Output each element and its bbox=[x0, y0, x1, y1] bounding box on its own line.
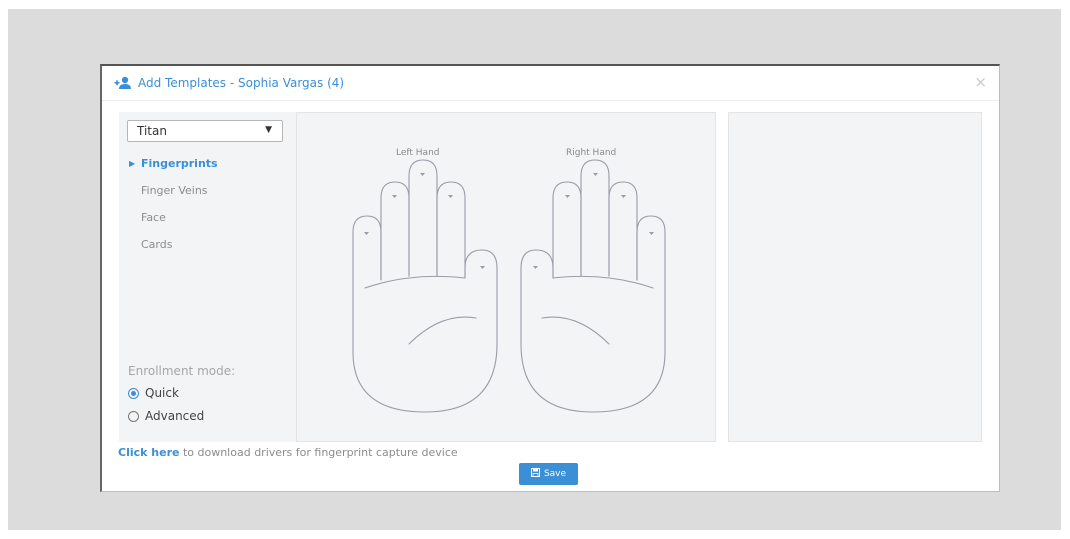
save-button-label: Save bbox=[543, 469, 567, 479]
nav-item-label: Face bbox=[141, 211, 166, 224]
nav-item-face[interactable]: Face bbox=[119, 206, 296, 233]
right-finger-markers bbox=[533, 173, 654, 269]
driver-note-text: to download drivers for fingerprint capt… bbox=[179, 446, 458, 459]
left-finger-markers bbox=[364, 173, 485, 269]
radio-selected-icon bbox=[128, 388, 139, 399]
download-drivers-link[interactable]: Click here bbox=[118, 446, 179, 459]
nav-item-label: Cards bbox=[141, 238, 173, 251]
add-user-icon bbox=[114, 76, 131, 89]
radio-label: Quick bbox=[145, 386, 179, 400]
chevron-down-icon: ▼ bbox=[265, 125, 272, 135]
radio-advanced[interactable]: Advanced bbox=[128, 409, 204, 425]
dialog-title: Add Templates - Sophia Vargas (4) bbox=[138, 76, 345, 90]
dialog-header: Add Templates - Sophia Vargas (4) × bbox=[102, 66, 999, 101]
template-type-list: ▶ Fingerprints Finger Veins Face Cards bbox=[119, 152, 296, 260]
save-button[interactable]: Save bbox=[519, 463, 578, 485]
close-icon[interactable]: × bbox=[974, 73, 987, 91]
device-select-value: Titan bbox=[137, 124, 167, 138]
nav-item-cards[interactable]: Cards bbox=[119, 233, 296, 260]
driver-download-note: Click here to download drivers for finge… bbox=[118, 446, 458, 459]
nav-item-label: Finger Veins bbox=[141, 184, 208, 197]
hands-illustration bbox=[352, 159, 666, 413]
enrollment-mode-label: Enrollment mode: bbox=[128, 364, 236, 378]
add-templates-dialog: Add Templates - Sophia Vargas (4) × Tita… bbox=[100, 64, 1000, 492]
template-type-panel: Titan ▼ ▶ Fingerprints Finger Veins Face… bbox=[119, 112, 296, 442]
nav-item-finger-veins[interactable]: Finger Veins bbox=[119, 179, 296, 206]
radio-unselected-icon bbox=[128, 411, 139, 422]
radio-quick[interactable]: Quick bbox=[128, 386, 179, 402]
capture-preview-panel bbox=[728, 112, 982, 442]
nav-item-label: Fingerprints bbox=[141, 157, 218, 170]
caret-right-icon: ▶ bbox=[129, 159, 136, 168]
hands-panel: Left Hand Right Hand bbox=[296, 112, 716, 442]
radio-label: Advanced bbox=[145, 409, 205, 423]
device-select[interactable]: Titan ▼ bbox=[127, 120, 283, 142]
floppy-disk-icon bbox=[530, 468, 540, 477]
nav-item-fingerprints[interactable]: ▶ Fingerprints bbox=[119, 152, 296, 179]
